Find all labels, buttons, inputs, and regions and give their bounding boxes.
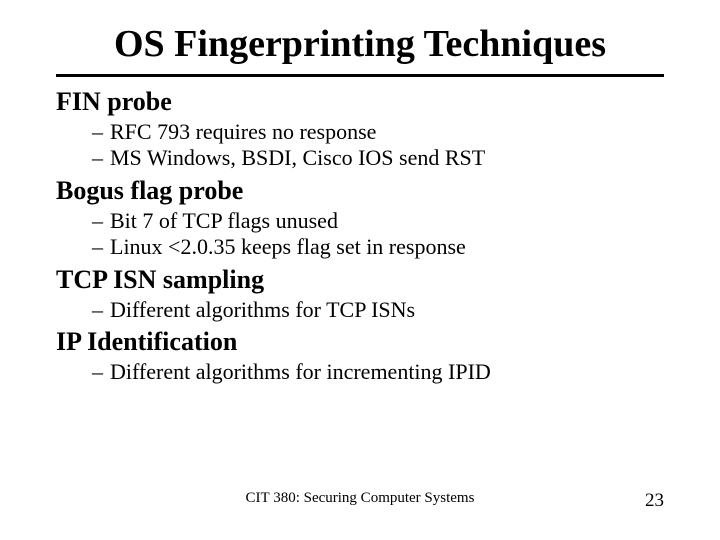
section-heading: Bogus flag probe	[56, 176, 664, 206]
bullet-list: RFC 793 requires no response MS Windows,…	[92, 119, 664, 172]
section-heading: IP Identification	[56, 327, 664, 357]
bullet-item: Different algorithms for incrementing IP…	[92, 359, 664, 385]
title-underline	[56, 74, 664, 77]
footer-course: CIT 380: Securing Computer Systems	[246, 490, 475, 507]
slide-footer: CIT 380: Securing Computer Systems 23	[0, 490, 720, 512]
bullet-item: MS Windows, BSDI, Cisco IOS send RST	[92, 145, 664, 171]
slide-title: OS Fingerprinting Techniques	[56, 22, 664, 66]
bullet-list: Different algorithms for incrementing IP…	[92, 359, 664, 385]
section-heading: TCP ISN sampling	[56, 265, 664, 295]
page-number: 23	[645, 490, 664, 512]
content-body: FIN probe RFC 793 requires no response M…	[56, 87, 664, 385]
bullet-item: Linux <2.0.35 keeps flag set in response	[92, 234, 664, 260]
bullet-list: Different algorithms for TCP ISNs	[92, 297, 664, 323]
bullet-list: Bit 7 of TCP flags unused Linux <2.0.35 …	[92, 208, 664, 261]
bullet-item: Different algorithms for TCP ISNs	[92, 297, 664, 323]
bullet-item: Bit 7 of TCP flags unused	[92, 208, 664, 234]
section-heading: FIN probe	[56, 87, 664, 117]
bullet-item: RFC 793 requires no response	[92, 119, 664, 145]
